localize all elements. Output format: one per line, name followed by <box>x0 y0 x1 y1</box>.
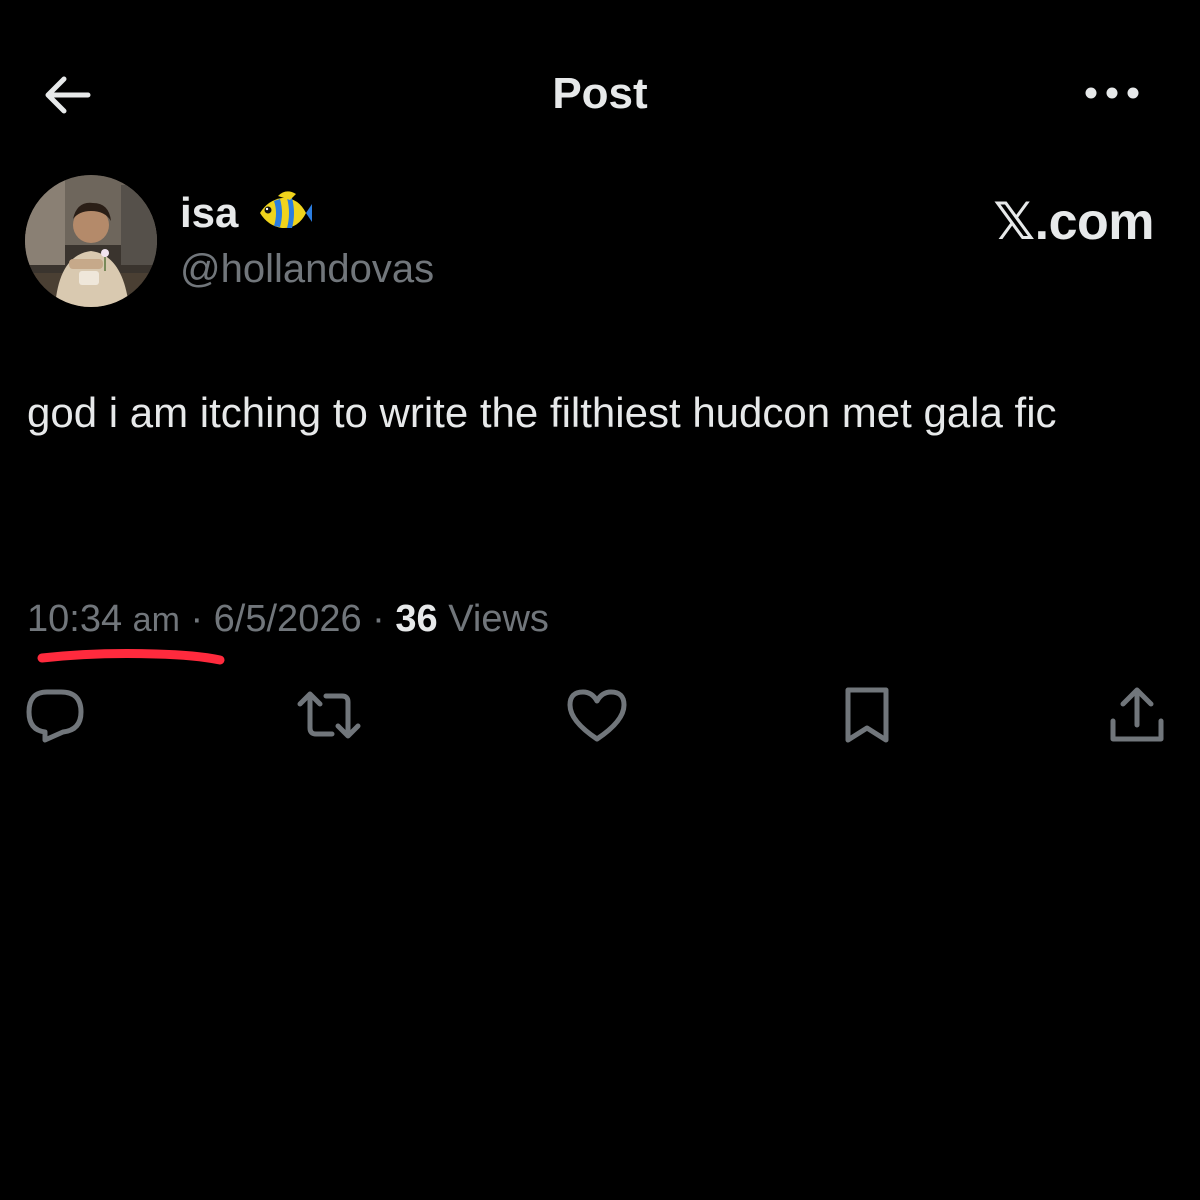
display-name-text: isa <box>180 189 239 236</box>
top-bar: Post <box>0 0 1200 190</box>
x-com-watermark: 𝕏.com <box>993 193 1154 251</box>
page-title: Post <box>552 69 648 118</box>
reply-button[interactable] <box>20 680 90 750</box>
author-handle[interactable]: @hollandovas <box>180 244 434 294</box>
action-bar <box>0 680 1200 750</box>
share-icon <box>1110 687 1164 742</box>
like-button[interactable] <box>562 680 632 750</box>
heart-icon <box>567 689 627 742</box>
share-button[interactable] <box>1102 680 1172 750</box>
post-time-meridiem[interactable]: am <box>133 601 180 639</box>
post-date[interactable]: 6/5/2026 <box>214 598 362 640</box>
profile-photo <box>25 175 157 307</box>
views-label[interactable]: Views <box>448 598 549 640</box>
more-horizontal-icon <box>1085 87 1139 99</box>
meta-separator: · <box>190 598 204 640</box>
post-text: god i am itching to write the filthiest … <box>27 389 1057 436</box>
tropical-fish-icon <box>260 191 313 229</box>
avatar[interactable] <box>25 175 157 307</box>
post-time[interactable]: 10:34 <box>27 598 122 640</box>
bookmark-button[interactable] <box>832 680 902 750</box>
post-meta: 10:34 am · 6/5/2026 · 36 Views <box>27 594 549 645</box>
views-count[interactable]: 36 <box>395 598 437 640</box>
meta-separator: · <box>372 598 385 640</box>
bookmark-icon <box>845 687 889 743</box>
reply-icon <box>26 689 84 743</box>
repost-button[interactable] <box>294 680 364 750</box>
red-underline-annotation <box>37 649 225 665</box>
repost-icon <box>297 691 361 739</box>
author-name[interactable]: isa <box>180 188 313 238</box>
more-options-button[interactable] <box>1076 70 1148 116</box>
